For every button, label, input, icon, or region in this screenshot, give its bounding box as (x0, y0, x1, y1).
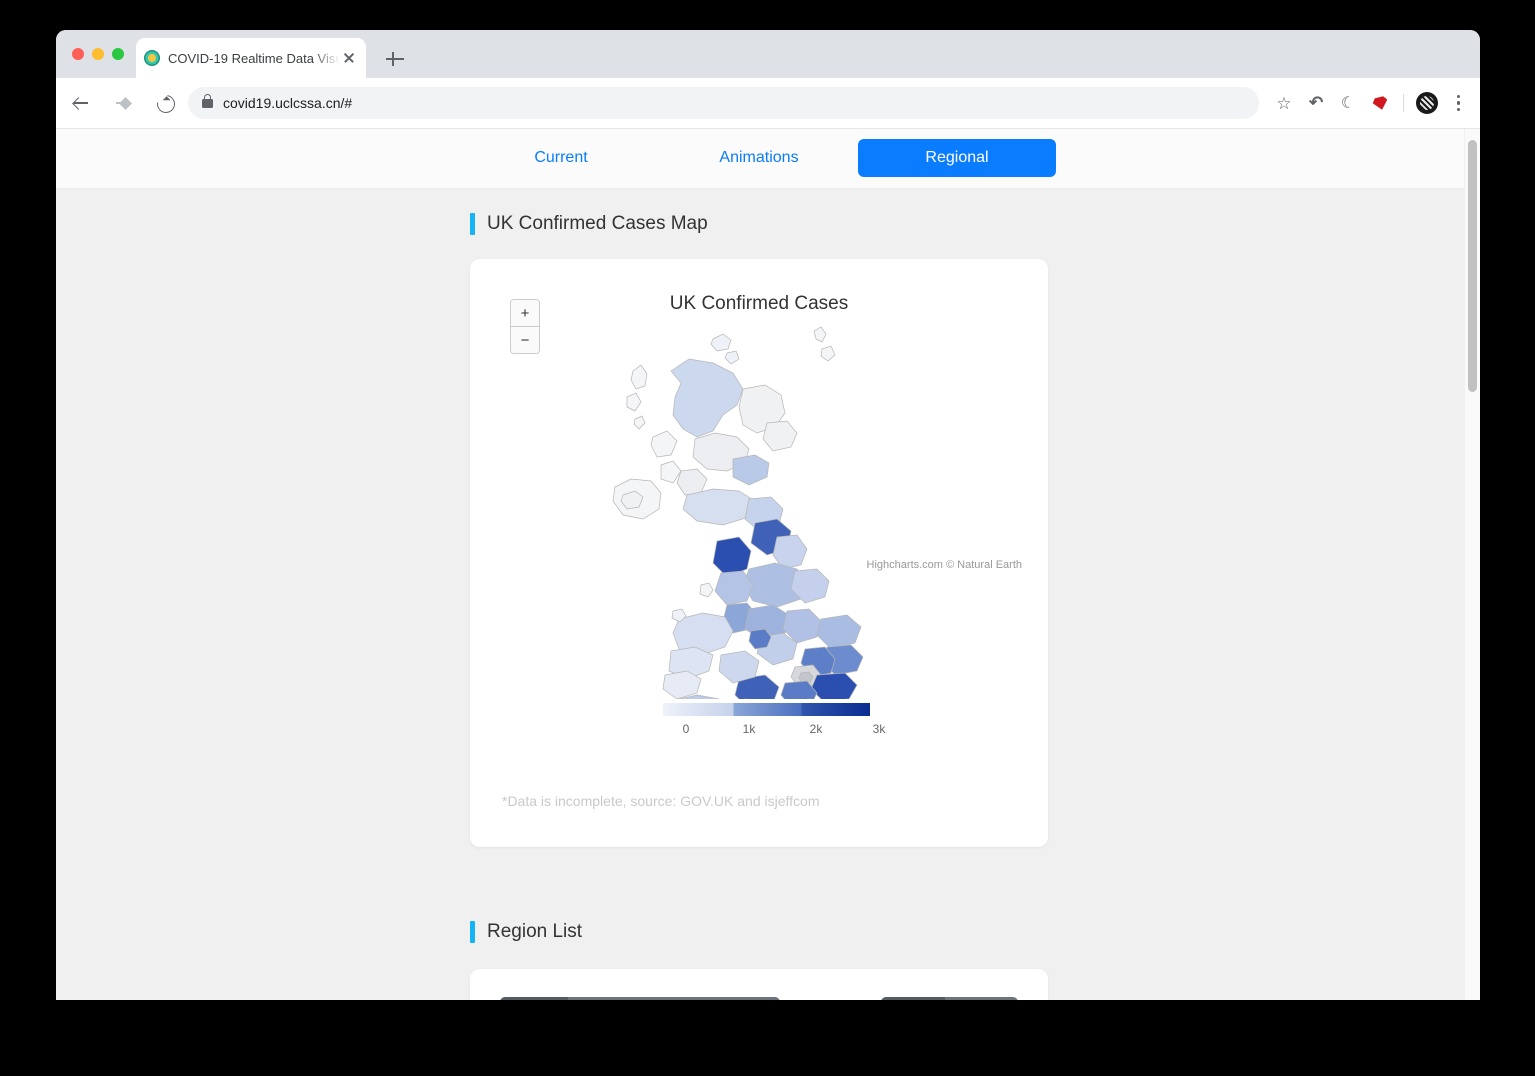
address-bar-url: covid19.uclcssa.cn/# (223, 95, 353, 111)
sort-by-changes-button[interactable]: Changes (700, 997, 781, 1000)
section-accent-bar (470, 921, 475, 943)
map-credits[interactable]: Highcharts.com © Natural Earth (867, 559, 1022, 571)
browser-window: COVID-19 Realtime Data Visualiz covid19.… (56, 30, 1480, 1000)
browser-tab-strip: COVID-19 Realtime Data Visualiz (56, 30, 1480, 78)
ruby-extension-button[interactable] (1365, 88, 1395, 118)
page-viewport: Current Animations Regional UK Confirmed… (56, 129, 1480, 1000)
tab-animations-label: Animations (719, 149, 799, 166)
profile-avatar (1416, 92, 1438, 114)
legend-gradient-bar (663, 703, 870, 716)
tab-current[interactable]: Current (462, 139, 660, 177)
maximize-window-button[interactable] (112, 48, 124, 60)
legend-tick-1k: 1k (742, 722, 756, 736)
sort-by-cases-button[interactable]: Cases (636, 997, 701, 1000)
browser-tab-title: COVID-19 Realtime Data Visualiz (168, 50, 340, 66)
legend-tick-0: 0 (682, 722, 690, 736)
map-color-legend: 0 1k 2k 3k (470, 703, 1050, 753)
new-tab-button[interactable] (384, 48, 406, 70)
lock-icon (202, 93, 213, 108)
profile-button[interactable] (1412, 88, 1442, 118)
region-section-title: Region List (487, 921, 583, 942)
virus-icon (144, 50, 160, 66)
section-accent-bar (470, 213, 475, 235)
site-nav-tabs: Current Animations Regional (462, 139, 1056, 177)
browser-toolbar: covid19.uclcssa.cn/# ☆ ↷ ☾ (56, 78, 1480, 129)
scope-toggle-group: Global Country (880, 997, 1018, 1000)
sort-by-label: Sort by (500, 997, 569, 1000)
back-arrow-icon (73, 95, 89, 111)
region-section-heading: Region List (470, 921, 1480, 943)
map-section-title: UK Confirmed Cases Map (487, 213, 708, 234)
ruby-extension-icon (1371, 95, 1389, 111)
tab-regional-label: Regional (925, 149, 989, 166)
screenshot-root: COVID-19 Realtime Data Visualiz covid19.… (0, 0, 1535, 1076)
page-scrollbar-thumb[interactable] (1468, 140, 1477, 392)
map-chart-title: UK Confirmed Cases (669, 293, 849, 314)
toolbar-divider (1403, 94, 1404, 112)
bookmark-star-button[interactable]: ☆ (1269, 88, 1299, 118)
sort-by-region-button[interactable]: Region (568, 997, 637, 1000)
map-card: + − UK Confirmed Cases 0 1k 2k 3k Highch… (470, 259, 1048, 847)
sort-by-group: Sort by Region Cases Changes (500, 997, 781, 1000)
toolbar-icons: ☆ ↷ ☾ (1269, 88, 1480, 118)
forward-arrow-icon (115, 95, 131, 111)
uk-map-svg (612, 326, 864, 699)
scope-country-button[interactable]: Country (944, 997, 1018, 1000)
forward-button[interactable] (106, 86, 140, 120)
extension-hook-button[interactable]: ↷ (1301, 88, 1331, 118)
extension-hook-icon: ↷ (1308, 93, 1324, 112)
region-list-card: Sort by Region Cases Changes Global Coun… (470, 969, 1048, 1000)
tab-animations[interactable]: Animations (660, 139, 858, 177)
map-data-note: *Data is incomplete, source: GOV.UK and … (502, 793, 820, 809)
reload-icon (153, 91, 179, 117)
scope-global-button[interactable]: Global (880, 997, 945, 1000)
uk-choropleth-map[interactable] (470, 319, 1048, 699)
map-section-heading: UK Confirmed Cases Map (470, 213, 1480, 235)
close-tab-icon[interactable] (340, 49, 358, 67)
legend-tick-labels: 0 1k 2k 3k (640, 722, 886, 738)
page-scrollbar-track[interactable] (1464, 129, 1480, 1000)
chrome-menu-button[interactable] (1444, 88, 1474, 118)
back-button[interactable] (64, 86, 98, 120)
dark-mode-moon-icon: ☾ (1340, 95, 1356, 112)
tab-regional[interactable]: Regional (858, 139, 1056, 177)
dark-mode-button[interactable]: ☾ (1333, 88, 1363, 118)
address-bar[interactable]: covid19.uclcssa.cn/# (188, 87, 1259, 119)
close-window-button[interactable] (72, 48, 84, 60)
region-list-controls: Sort by Region Cases Changes Global Coun… (500, 997, 1018, 1000)
minimize-window-button[interactable] (92, 48, 104, 60)
reload-button[interactable] (148, 86, 182, 120)
window-traffic-lights (72, 48, 124, 60)
chrome-menu-icon (1457, 94, 1461, 112)
legend-tick-3k: 3k (872, 722, 886, 736)
tab-current-label: Current (534, 149, 588, 166)
site-navbar: Current Animations Regional (56, 129, 1480, 189)
legend-tick-2k: 2k (809, 722, 823, 736)
browser-tab[interactable]: COVID-19 Realtime Data Visualiz (136, 38, 366, 78)
bookmark-star-icon: ☆ (1276, 93, 1292, 113)
